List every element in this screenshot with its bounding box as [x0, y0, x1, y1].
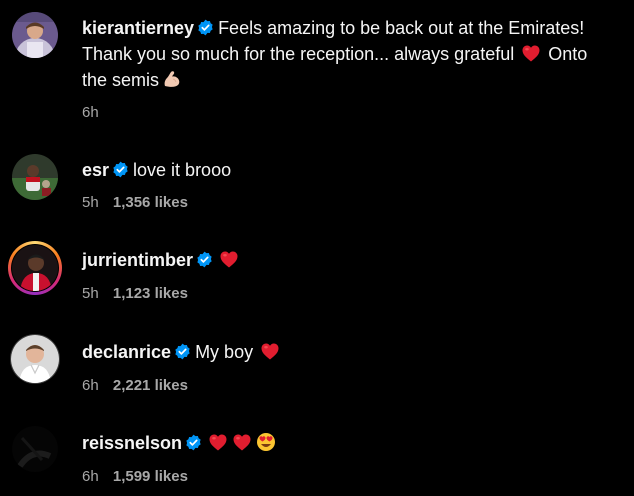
- avatar[interactable]: [12, 12, 58, 58]
- smiling-face-with-heart-eyes-icon: [257, 433, 276, 451]
- comment-text: Thank you so much for the reception... a…: [82, 44, 515, 64]
- verified-badge-icon: [196, 251, 213, 268]
- comment-text-line: declanrice My boy: [82, 339, 620, 365]
- red-heart-icon: [220, 251, 238, 268]
- comment-text: My boy: [195, 342, 254, 362]
- red-heart-icon: [522, 45, 540, 62]
- comment-meta: 6h: [82, 104, 109, 122]
- avatar[interactable]: [11, 335, 59, 383]
- likes-count[interactable]: 1,123 likes: [113, 285, 188, 302]
- comment-text-line: kierantierney Feels amazing to be back ou…: [82, 15, 620, 41]
- timestamp[interactable]: 6h: [82, 377, 99, 394]
- timestamp[interactable]: 5h: [82, 285, 99, 302]
- comment-text: love it brooo: [133, 160, 232, 180]
- comment-meta: 6h 2,221 likes: [82, 377, 188, 395]
- likes-count[interactable]: 2,221 likes: [113, 377, 188, 394]
- verified-badge-icon: [185, 434, 202, 451]
- timestamp[interactable]: 6h: [82, 468, 99, 485]
- comment-text-line: jurrientimber: [82, 247, 620, 273]
- verified-badge-icon: [112, 161, 129, 178]
- timestamp[interactable]: 6h: [82, 104, 99, 121]
- avatar[interactable]: [12, 245, 58, 291]
- comment-meta: 5h 1,356 likes: [82, 194, 188, 212]
- red-heart-icon: [261, 343, 279, 360]
- verified-badge-icon: [197, 19, 214, 36]
- username[interactable]: esr: [82, 160, 109, 180]
- comment-meta: 5h 1,123 likes: [82, 285, 188, 303]
- likes-count[interactable]: 1,356 likes: [113, 194, 188, 211]
- avatar[interactable]: [12, 426, 58, 472]
- comment-meta: 6h 1,599 likes: [82, 468, 188, 486]
- username[interactable]: kierantierney: [82, 18, 194, 38]
- timestamp[interactable]: 5h: [82, 194, 99, 211]
- verified-badge-icon: [174, 343, 191, 360]
- comment-text-line: reissnelson: [82, 430, 620, 456]
- comment-text: Feels amazing to be back out at the Emir…: [218, 18, 585, 38]
- flexed-biceps-icon: [164, 71, 180, 87]
- username[interactable]: reissnelson: [82, 433, 182, 453]
- comment-text-line: esr love it brooo: [82, 157, 620, 183]
- comment-text-line: the semis: [82, 67, 620, 93]
- username[interactable]: jurrientimber: [82, 250, 193, 270]
- likes-count[interactable]: 1,599 likes: [113, 468, 188, 485]
- story-ring[interactable]: [8, 241, 62, 295]
- red-heart-icon: [233, 434, 251, 451]
- comment-text-line: Thank you so much for the reception... a…: [82, 41, 620, 67]
- avatar[interactable]: [12, 154, 58, 200]
- comment-text: Onto: [548, 44, 588, 64]
- comment-text: the semis: [82, 70, 160, 90]
- username[interactable]: declanrice: [82, 342, 171, 362]
- red-heart-icon: [209, 434, 227, 451]
